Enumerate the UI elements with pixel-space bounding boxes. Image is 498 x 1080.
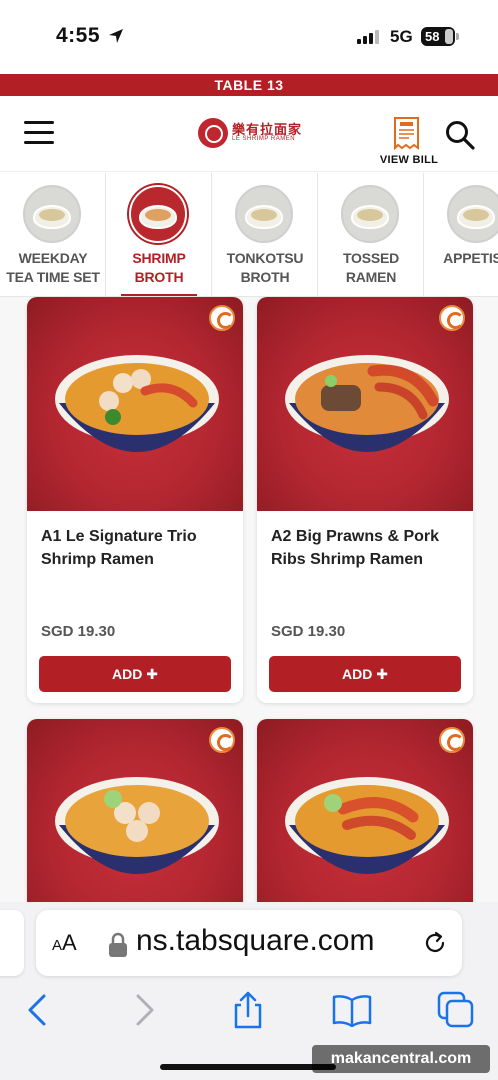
previous-tab-preview[interactable] (0, 910, 24, 976)
search-icon[interactable] (445, 120, 475, 150)
watermark: makancentral.com (312, 1045, 490, 1073)
dish-photo (257, 297, 473, 511)
dish-photo (257, 719, 473, 902)
back-icon[interactable] (18, 990, 58, 1030)
dish-price: SGD 19.30 (41, 623, 116, 640)
category-tab-tonkotsu-broth[interactable]: TONKOTSU BROTH (212, 173, 318, 296)
add-button-label: ADD (112, 666, 143, 682)
add-button-label: ADD (342, 666, 373, 682)
category-label: TONKOTSU BROTH (212, 249, 318, 287)
category-tab-appetisers[interactable]: APPETISE (424, 173, 498, 296)
tabs-icon[interactable] (436, 990, 476, 1030)
category-thumbnail (447, 185, 498, 243)
dish-name: A2 Big Prawns & Pork Ribs Shrimp Ramen (271, 528, 440, 568)
ramen-bowl-image (55, 355, 219, 452)
menu-item-card[interactable] (27, 719, 243, 902)
view-bill-button[interactable]: VIEW BILL (378, 114, 440, 170)
plus-icon: ✚ (376, 666, 388, 682)
category-thumbnail (341, 185, 399, 243)
category-label-line2: TEA TIME SET (6, 269, 100, 285)
reload-icon[interactable] (422, 930, 448, 956)
dish-photo (27, 719, 243, 902)
lock-icon (109, 932, 127, 957)
location-arrow-icon (109, 29, 123, 43)
address-bar[interactable]: AA ns.tabsquare.com (36, 910, 462, 976)
app-header: 樂有拉面家 LE SHRIMP RAMEN VIEW BILL (0, 96, 498, 172)
category-label-line1: APPETISE (443, 250, 498, 266)
category-label: WEEKDAY TEA TIME SET (0, 249, 106, 287)
logo-emblem (198, 118, 228, 148)
category-tab-tossed-ramen[interactable]: TOSSED RAMEN (318, 173, 424, 296)
category-label: APPETISE (424, 249, 498, 268)
dish-name: A1 Le Signature Trio Shrimp Ramen (41, 528, 197, 568)
network-label: 5G (390, 27, 413, 46)
signal-icon (357, 30, 381, 44)
dish-photo (27, 297, 243, 511)
category-thumbnail (235, 185, 293, 243)
add-to-cart-button[interactable]: ADD ✚ (269, 656, 461, 692)
bookmarks-icon[interactable] (332, 990, 372, 1030)
menu-grid: A1 Le Signature Trio Shrimp Ramen SGD 19… (0, 297, 498, 902)
category-label: SHRIMP BROTH (106, 249, 212, 287)
bill-icon (394, 117, 419, 150)
home-indicator (160, 1064, 336, 1070)
category-label-line1: TONKOTSU (226, 250, 304, 266)
plus-icon: ✚ (146, 666, 158, 682)
menu-item-card[interactable]: A2 Big Prawns & Pork Ribs Shrimp Ramen S… (257, 297, 473, 703)
logo-english-text: LE SHRIMP RAMEN (232, 136, 296, 142)
category-label: TOSSED RAMEN (318, 249, 424, 287)
hamburger-menu-icon[interactable] (24, 118, 54, 148)
category-thumbnail (129, 185, 187, 243)
add-to-cart-button[interactable]: ADD ✚ (39, 656, 231, 692)
forward-icon[interactable] (124, 990, 164, 1030)
ramen-bowl-image (285, 777, 449, 874)
category-thumbnail (23, 185, 81, 243)
shrimp-icon (209, 305, 235, 331)
status-time: 4:55 (56, 24, 101, 47)
category-tabs: WEEKDAY TEA TIME SET SHRIMP BROTH TONKOTSU… (0, 173, 498, 297)
category-label-line1: SHRIMP (132, 250, 186, 266)
category-label-line1: TOSSED (342, 250, 400, 266)
battery-level: 58 (425, 29, 440, 44)
category-label-line2: RAMEN (345, 269, 397, 285)
battery-icon: 58 (421, 27, 459, 46)
restaurant-logo[interactable]: 樂有拉面家 LE SHRIMP RAMEN (198, 116, 302, 150)
reader-options-button[interactable]: AA (52, 930, 77, 956)
category-label-line2: BROTH (240, 269, 290, 285)
category-label-line2: BROTH (134, 269, 184, 285)
ramen-bowl-image (285, 355, 449, 452)
share-icon[interactable] (228, 990, 268, 1030)
shrimp-icon (439, 305, 465, 331)
table-banner: TABLE 13 (0, 74, 498, 96)
ramen-bowl-image (55, 777, 219, 874)
status-bar: 4:55 5G 58 (0, 0, 498, 74)
category-tab-weekday-tea-time-set[interactable]: WEEKDAY TEA TIME SET (0, 173, 106, 296)
dish-price: SGD 19.30 (271, 623, 346, 640)
view-bill-label: VIEW BILL (379, 154, 439, 166)
menu-item-card[interactable] (257, 719, 473, 902)
category-label-line1: WEEKDAY (18, 250, 88, 266)
shrimp-icon (209, 727, 235, 753)
url-text[interactable]: ns.tabsquare.com (136, 924, 406, 958)
menu-item-card[interactable]: A1 Le Signature Trio Shrimp Ramen SGD 19… (27, 297, 243, 703)
category-tab-shrimp-broth[interactable]: SHRIMP BROTH (106, 173, 212, 296)
shrimp-icon (439, 727, 465, 753)
